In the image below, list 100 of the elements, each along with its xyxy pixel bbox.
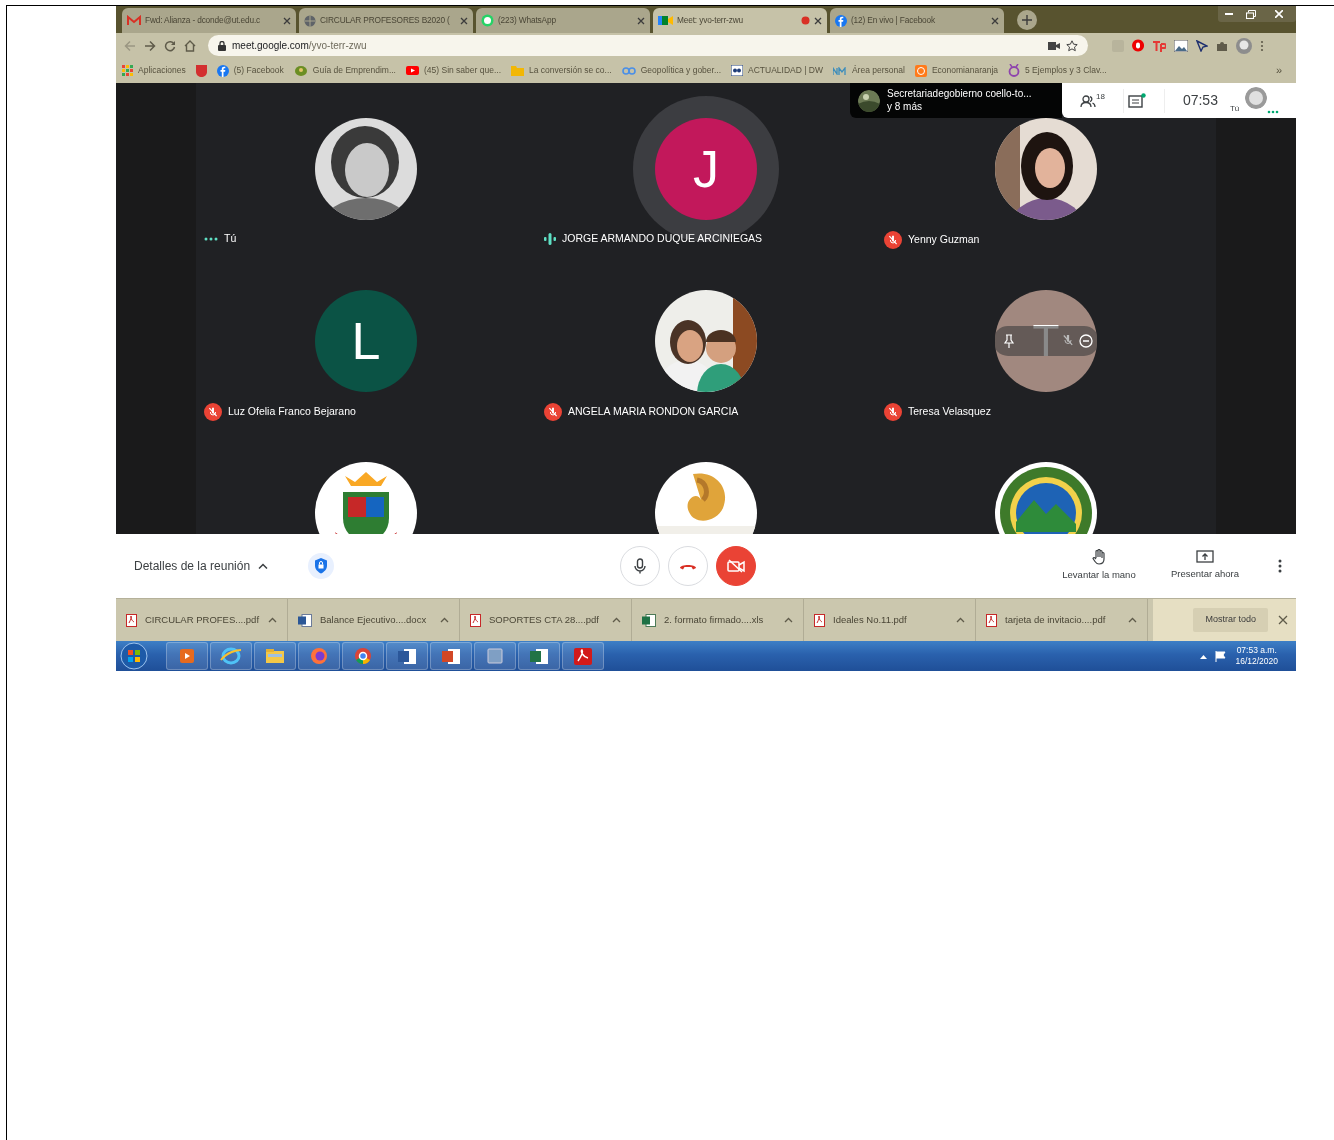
bookmark[interactable]: Economianaranja [914,64,999,77]
bookmark[interactable]: Área personal [832,64,905,77]
pdf-file-icon [986,613,997,627]
mail-icon [127,15,141,26]
avatar-initial: T [1032,319,1060,363]
spreadsheet-file-icon [642,613,656,627]
participant-name: Teresa Velasquez [908,404,991,420]
avatar-initial: L [351,315,381,367]
taskbar-app[interactable] [518,642,560,670]
video-camera-icon [658,15,673,26]
taskbar-app[interactable] [430,642,472,670]
bookmark[interactable]: 5 Ejemplos y 3 Clav... [1008,64,1107,77]
chat-bubble-icon [481,14,494,27]
bookmark[interactable] [195,64,207,77]
cursor-icon [1196,39,1208,52]
star-icon [1066,39,1078,52]
bookmark[interactable]: Guía de Emprendim... [293,64,396,77]
browser-tab[interactable]: CIRCULAR PROFESORES B2020 ( [299,8,473,33]
restore-icon [1246,9,1256,19]
action-button[interactable]: Levantar la mano [1046,549,1152,583]
participant-name: Tú [224,231,237,246]
microphone-button[interactable] [620,546,661,586]
shield-lock-icon [308,553,335,579]
camera-off-icon [727,559,746,573]
presenter-name: Secretariadegobierno coello-to... [887,88,1032,101]
browser-tab[interactable]: (223) WhatsApp [476,8,650,33]
participant-name: ANGELA MARIA RONDON GARCIA [568,404,739,420]
taskbar-app[interactable] [254,642,296,670]
caret-up-icon [956,617,965,623]
clock: 07:53 [1181,91,1219,110]
browser-tab[interactable]: Meet: yvo-terr-zwu [653,8,827,33]
show-all-button[interactable]: Mostrar todo [1193,608,1268,632]
caret-up-icon [258,563,269,569]
folder-icon [511,65,524,76]
facebook-icon [216,64,229,77]
reload-icon [164,39,176,52]
caret-up-icon [1128,617,1137,623]
participant-name: Yenny Guzman [908,232,980,248]
new-tab-button[interactable] [1017,10,1037,30]
caret-up-icon [1200,653,1208,659]
participants-button[interactable]: 18 [1076,88,1124,113]
flag-icon [1215,650,1228,662]
puzzle-icon [1216,39,1228,52]
forward-arrow-icon [144,39,156,52]
browser-tab[interactable]: Fwd: Alianza - dconde@ut.edu.c [122,8,296,33]
minus-circle-icon [1079,334,1093,348]
hang-up-button[interactable] [668,546,709,586]
caret-up-icon [268,617,277,623]
home-icon [184,39,196,52]
globe-icon [304,14,316,27]
back-arrow-icon [124,39,136,52]
plus-icon [1022,15,1032,25]
grid-icon [122,65,133,76]
bookmark[interactable]: (45) Sin saber que... [406,64,501,77]
pdf-icon [571,645,595,667]
remove-button[interactable] [1079,334,1093,348]
facebook-icon [835,14,847,27]
browser-tab[interactable]: (12) En vivo | Facebook [830,8,1004,33]
profile-avatar-icon [1236,37,1252,54]
bookmark[interactable]: Aplicaciones [122,64,186,77]
stop-hand-icon [1132,39,1144,52]
link-icon [621,66,636,75]
close-icon [460,16,468,25]
avatar-initial: J [693,143,719,195]
browser-icon [219,645,243,667]
leaf-icon [293,64,308,77]
close-icon [991,16,999,25]
close-icon [283,16,291,25]
taskbar-clock[interactable]: 07:53 a.m. 16/12/2020 [1235,644,1278,668]
taskbar-app[interactable] [562,642,604,670]
bookmark[interactable]: (5) Facebook [216,64,284,77]
bookmark[interactable]: ACTUALIDAD | DW [731,64,823,77]
taskbar-app[interactable] [386,642,428,670]
bookmark[interactable]: La conversión se co... [511,64,612,77]
circle-icon [914,64,927,77]
hand-icon [1092,549,1106,566]
shield-icon [195,64,207,77]
bookmarks-overflow-chevron[interactable]: » [1275,62,1282,79]
participant-name: JORGE ARMANDO DUQUE ARCINIEGAS [562,231,763,246]
caret-up-icon [440,617,449,623]
meeting-details-button[interactable]: Detalles de la reunión [134,557,269,575]
pdf-file-icon [814,613,825,627]
lock-icon [218,40,226,51]
minimize-icon [1225,13,1233,15]
play-icon [406,66,419,75]
dots-icon [1267,110,1280,114]
close-icon [1275,10,1283,18]
present-icon [1196,550,1214,565]
bookmark[interactable]: Geopolítica y gober... [621,64,721,77]
microphone-icon [634,558,647,574]
camera-icon [1048,41,1060,50]
action-button[interactable]: Presentar ahora [1152,550,1258,582]
phone-icon [679,562,698,570]
taskbar-app[interactable] [210,642,252,670]
taskbar-app[interactable] [342,642,384,670]
camera-button[interactable] [716,546,757,586]
ring-icon [1008,64,1021,77]
close-icon [1278,615,1288,625]
tp-extension-icon [1152,39,1166,52]
address-bar[interactable]: meet.google.com/yvo-terr-zwu [208,35,1088,56]
